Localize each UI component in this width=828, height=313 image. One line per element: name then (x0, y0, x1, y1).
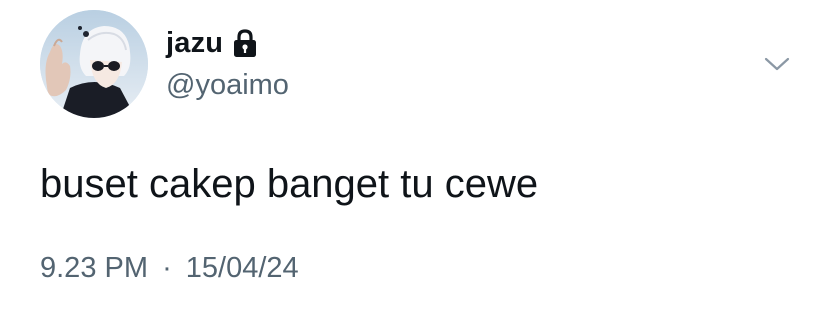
tweet-time: 9.23 PM (40, 252, 148, 284)
chevron-down-icon (764, 57, 790, 71)
display-name-row: jazu (166, 26, 258, 60)
timestamp-separator: · (162, 252, 172, 284)
avatar-image (40, 10, 148, 118)
tweet-timestamp[interactable]: 9.23 PM · 15/04/24 (40, 250, 299, 286)
tweet-text: buset cakep banget tu cewe (40, 162, 539, 206)
tweet-card: jazu @yoaimo buset cakep banget tu cewe … (0, 0, 828, 313)
tweet-date: 15/04/24 (185, 252, 299, 284)
user-handle[interactable]: @yoaimo (166, 68, 289, 102)
display-name[interactable]: jazu (166, 26, 223, 60)
more-options-button[interactable] (760, 50, 794, 78)
lock-icon (232, 28, 258, 58)
avatar[interactable] (40, 10, 148, 118)
